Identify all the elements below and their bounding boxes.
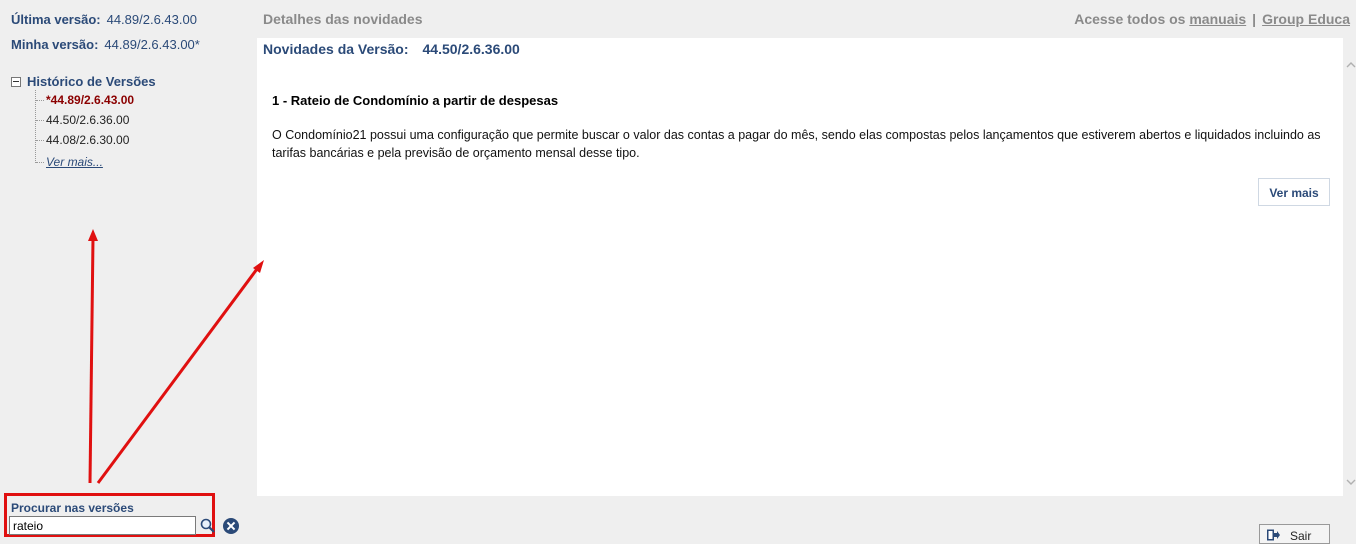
details-panel: Novidades da Versão: 44.50/2.6.36.00 1 - … [257,38,1343,496]
my-version-row: Minha versão: 44.89/2.6.43.00* [11,37,200,52]
sair-label: Sair [1290,529,1312,543]
my-version-label: Minha versão: [11,37,99,52]
scroll-down-icon[interactable] [1346,473,1356,485]
release-notes-label: Novidades da Versão: [263,41,409,57]
release-notes-header: Novidades da Versão: 44.50/2.6.36.00 [263,41,520,57]
search-input[interactable] [9,516,196,535]
sair-button[interactable]: Sair [1259,524,1330,544]
ver-mais-link[interactable]: Ver mais... [36,155,103,169]
sidebar: Última versão: 44.89/2.6.43.00 Minha vers… [0,0,257,540]
feature-description: O Condomínio21 possui uma configuração q… [272,128,1321,160]
ver-mais-button[interactable]: Ver mais [1258,178,1330,206]
group-educa-link[interactable]: Group Educa [1262,11,1350,27]
feature-title: 1 - Rateio de Condomínio a partir de des… [272,93,559,108]
exit-icon [1266,529,1280,541]
history-item[interactable]: *44.89/2.6.43.00 [35,93,134,107]
search-icon[interactable] [199,517,216,534]
history-item[interactable]: 44.08/2.6.30.00 [35,133,129,147]
page-title: Detalhes das novidades [263,11,423,27]
version-history-title[interactable]: Histórico de Versões [27,74,156,89]
latest-version-value: 44.89/2.6.43.00 [106,12,197,27]
clear-search-icon[interactable] [223,518,239,534]
latest-version-label: Última versão: [11,12,101,27]
header-links: Acesse todos os manuais | Group Educa [1074,11,1350,27]
scroll-up-icon[interactable] [1346,56,1356,68]
latest-version-row: Última versão: 44.89/2.6.43.00 [11,12,197,27]
history-item[interactable]: 44.50/2.6.36.00 [35,113,129,127]
search-label: Procurar nas versões [11,501,134,515]
links-separator: | [1252,11,1257,27]
manuais-link[interactable]: manuais [1189,11,1246,27]
collapse-toggle-icon[interactable] [11,77,21,87]
links-prefix: Acesse todos os [1074,11,1186,27]
release-notes-version: 44.50/2.6.36.00 [422,41,520,57]
my-version-value: 44.89/2.6.43.00* [104,37,200,52]
